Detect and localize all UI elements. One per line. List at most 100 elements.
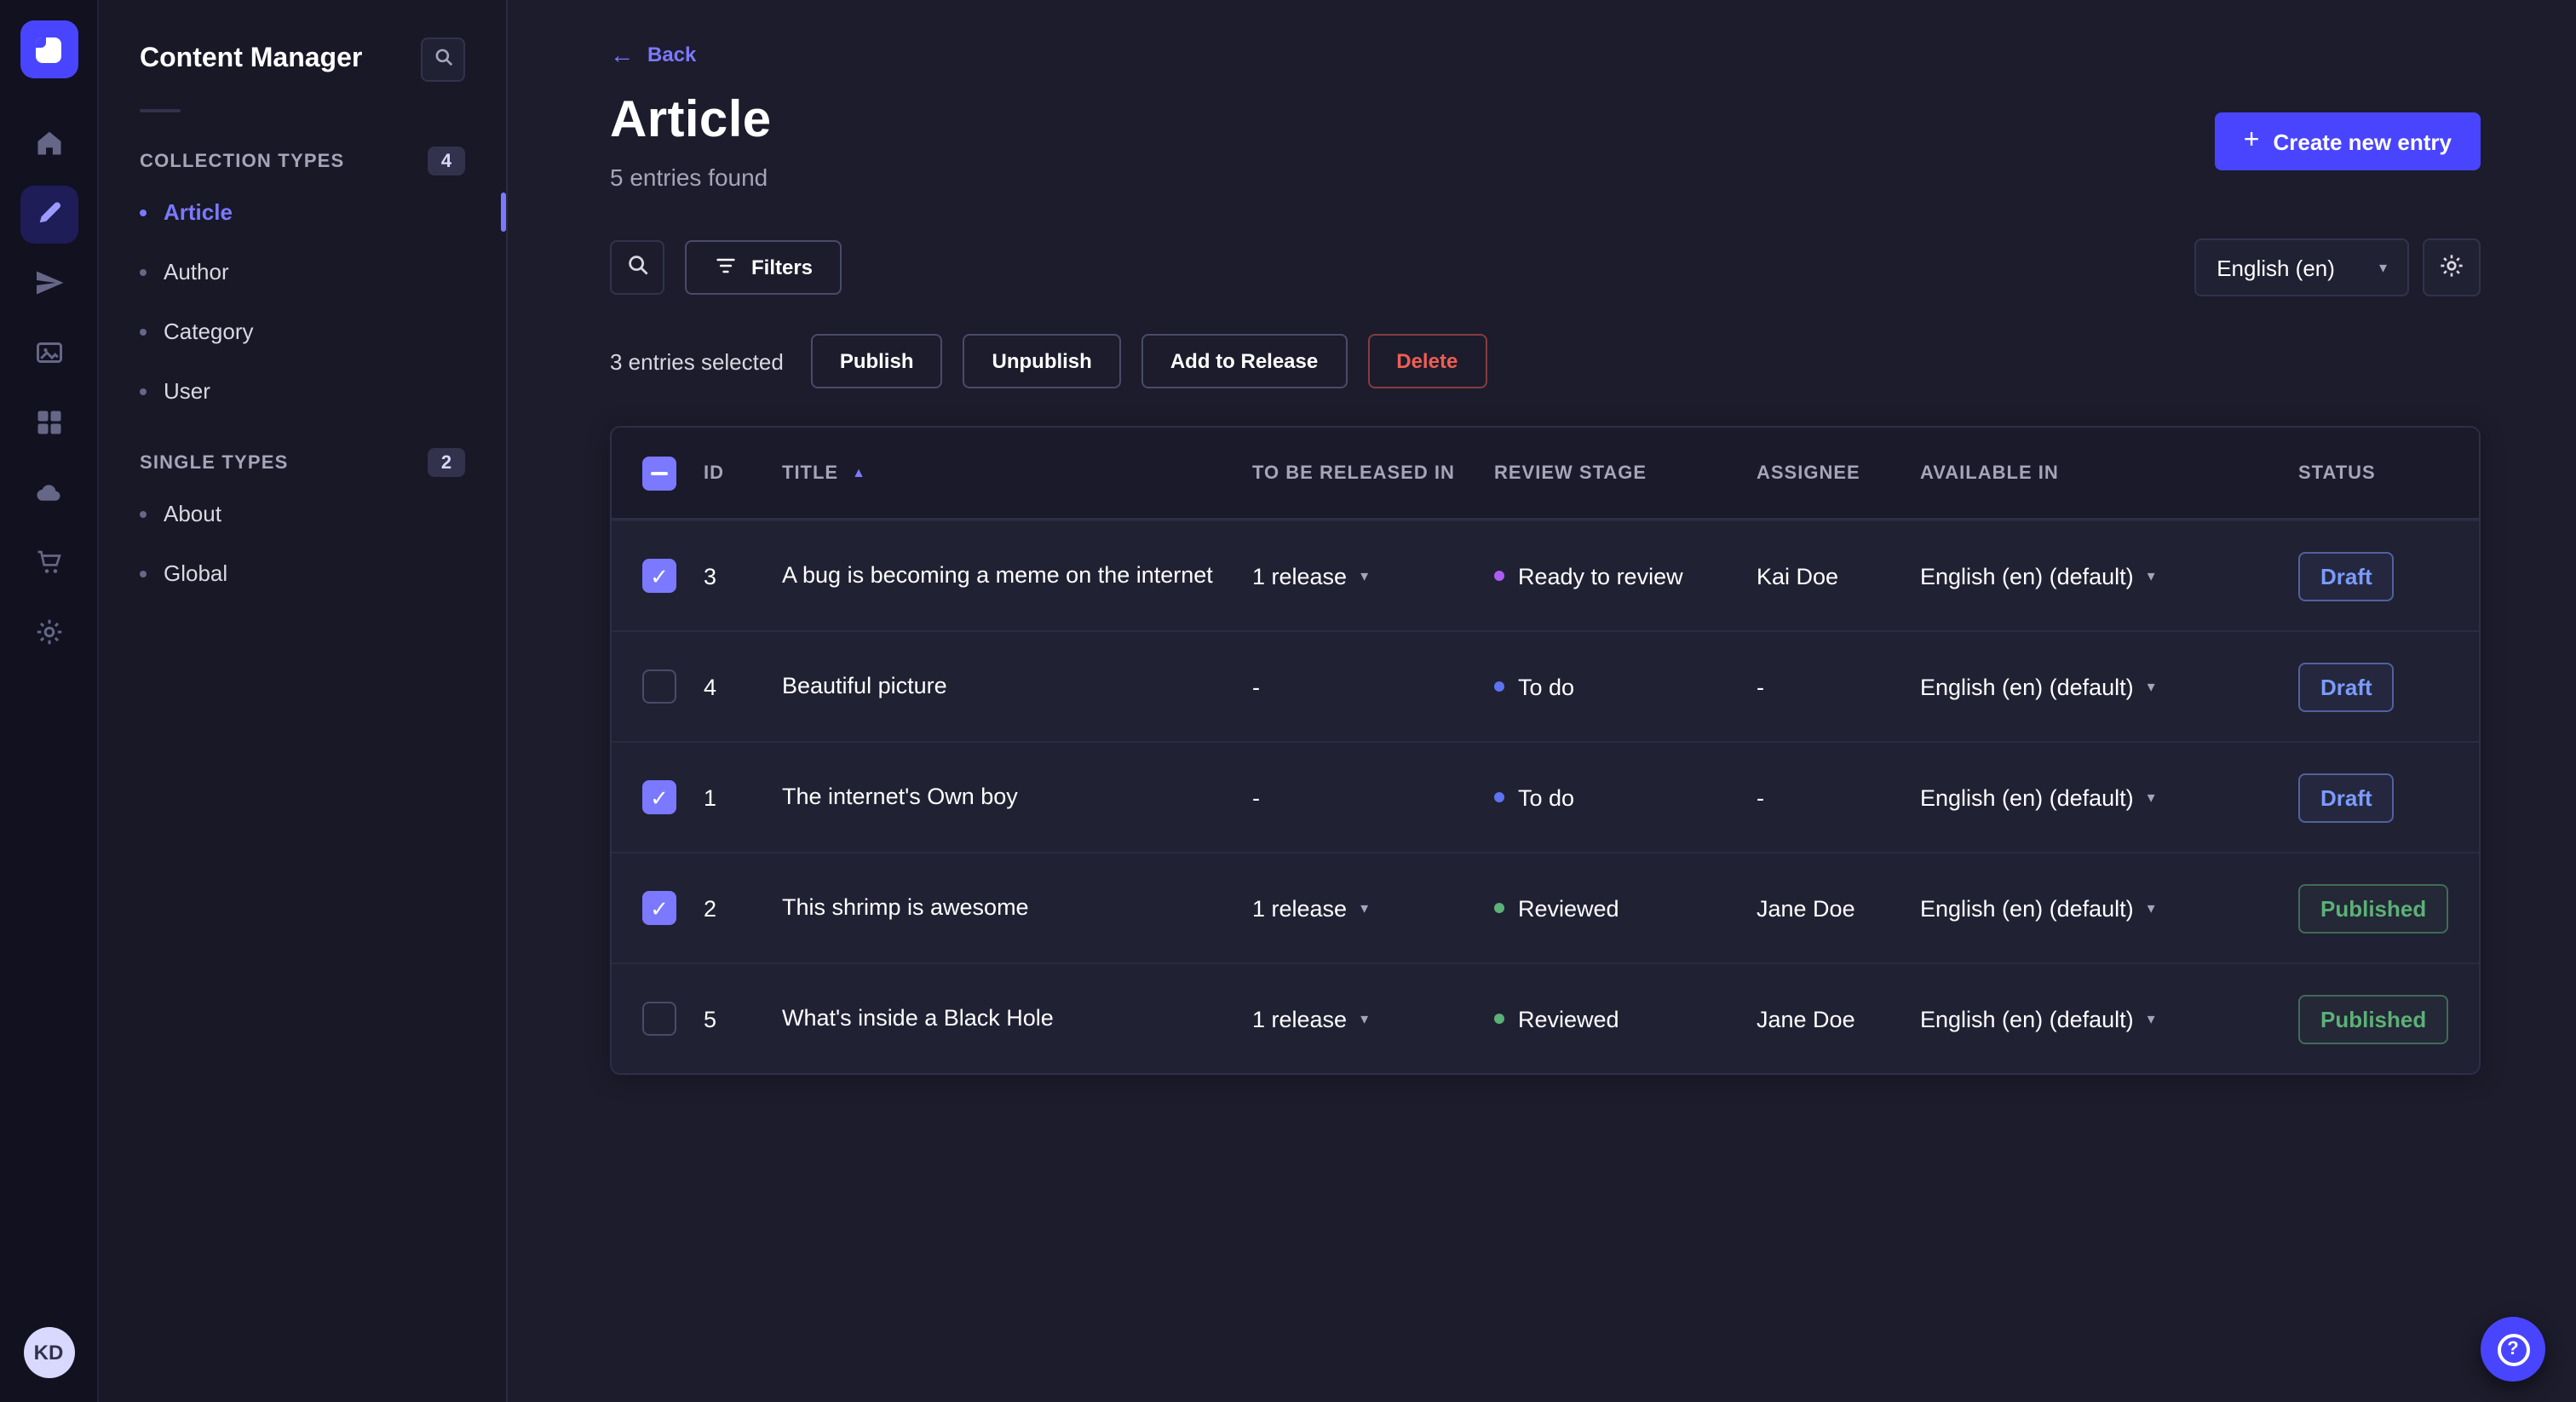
cell-to-be-released-in[interactable]: 1 release ▾ bbox=[1252, 1006, 1494, 1031]
column-header-available-in[interactable]: AVAILABLE IN bbox=[1920, 463, 2298, 483]
locale-select[interactable]: English (en) ▾ bbox=[2194, 238, 2409, 296]
chevron-down-icon: ▾ bbox=[1360, 1009, 1369, 1026]
table-row[interactable]: 3 A bug is becoming a meme on the intern… bbox=[612, 520, 2479, 630]
back-link[interactable]: ← Back bbox=[610, 43, 696, 66]
chevron-down-icon: ▾ bbox=[2147, 899, 2155, 916]
cell-title[interactable]: A bug is becoming a meme on the internet bbox=[782, 521, 1252, 630]
divider bbox=[140, 109, 181, 112]
nav-home-button[interactable] bbox=[20, 116, 78, 174]
nav-transfer-button[interactable] bbox=[20, 256, 78, 313]
stage-label: Reviewed bbox=[1518, 895, 1619, 921]
cell-to-be-released-in[interactable]: - ▾ bbox=[1252, 784, 1494, 810]
delete-button[interactable]: Delete bbox=[1367, 334, 1487, 388]
table-settings-button[interactable] bbox=[2423, 238, 2481, 296]
nav-marketplace-button[interactable] bbox=[20, 535, 78, 593]
chevron-down-icon: ▾ bbox=[2147, 788, 2155, 805]
paper-plane-icon bbox=[33, 267, 64, 302]
sidebar-item-label: Category bbox=[164, 319, 254, 344]
user-avatar[interactable]: KD bbox=[23, 1327, 74, 1378]
bullet-icon bbox=[140, 328, 147, 335]
nav-content-type-builder-button[interactable] bbox=[20, 395, 78, 453]
sidebar-item-author[interactable]: Author bbox=[99, 242, 506, 302]
main-content: ← Back Article 5 entries found + Create … bbox=[508, 0, 2576, 1402]
create-new-entry-button[interactable]: + Create new entry bbox=[2214, 112, 2481, 170]
sidebar-item-about[interactable]: About bbox=[99, 484, 506, 543]
sidebar-search-button[interactable] bbox=[421, 37, 465, 82]
collection-types-section: COLLECTION TYPES 4 Article Author Catego… bbox=[99, 147, 506, 421]
cell-available-in[interactable]: English (en) (default) ▾ bbox=[1920, 895, 2298, 921]
help-button[interactable]: ? bbox=[2481, 1317, 2545, 1382]
chevron-down-icon: ▾ bbox=[1360, 899, 1369, 916]
back-label: Back bbox=[647, 43, 697, 66]
sidebar-item-global[interactable]: Global bbox=[99, 543, 506, 603]
filters-button[interactable]: Filters bbox=[685, 240, 842, 295]
column-header-to-be-released-in[interactable]: TO BE RELEASED IN bbox=[1252, 463, 1494, 483]
nav-settings-button[interactable] bbox=[20, 605, 78, 663]
unpublish-button[interactable]: Unpublish bbox=[963, 334, 1121, 388]
add-to-release-button[interactable]: Add to Release bbox=[1141, 334, 1348, 388]
cell-available-in[interactable]: English (en) (default) ▾ bbox=[1920, 1006, 2298, 1031]
cell-title[interactable]: What's inside a Black Hole bbox=[782, 964, 1252, 1073]
cell-checkbox bbox=[612, 1002, 704, 1036]
cell-to-be-released-in[interactable]: 1 release ▾ bbox=[1252, 563, 1494, 589]
cell-review-stage: Reviewed bbox=[1494, 895, 1757, 921]
cell-title[interactable]: This shrimp is awesome bbox=[782, 853, 1252, 962]
table-row[interactable]: 4 Beautiful picture - ▾ To do - English … bbox=[612, 630, 2479, 741]
locale-label: English (en) (default) bbox=[1920, 674, 2134, 699]
nav-media-library-button[interactable] bbox=[20, 325, 78, 383]
filter-icon bbox=[714, 253, 738, 282]
cell-checkbox bbox=[612, 891, 704, 925]
row-checkbox[interactable] bbox=[642, 559, 676, 593]
nav-content-manager-button[interactable] bbox=[20, 186, 78, 244]
collection-types-list: Article Author Category User bbox=[99, 182, 506, 421]
column-title-label: TITLE bbox=[782, 463, 839, 483]
search-button[interactable] bbox=[610, 240, 664, 295]
cell-available-in[interactable]: English (en) (default) ▾ bbox=[1920, 674, 2298, 699]
nav-rail: KD bbox=[0, 0, 99, 1402]
table-row[interactable]: 5 What's inside a Black Hole 1 release ▾… bbox=[612, 962, 2479, 1073]
sidebar-item-user[interactable]: User bbox=[99, 361, 506, 421]
select-all-checkbox[interactable] bbox=[642, 456, 676, 490]
section-label-collection-types: COLLECTION TYPES bbox=[140, 151, 345, 171]
chevron-down-icon: ▾ bbox=[2378, 258, 2387, 275]
table-row[interactable]: 1 The internet's Own boy - ▾ To do - Eng… bbox=[612, 741, 2479, 852]
cell-id: 2 bbox=[704, 895, 717, 921]
section-label-single-types: SINGLE TYPES bbox=[140, 452, 289, 473]
search-icon bbox=[432, 46, 454, 73]
cell-review-stage: To do bbox=[1494, 674, 1757, 699]
cell-available-in[interactable]: English (en) (default) ▾ bbox=[1920, 784, 2298, 810]
table-row[interactable]: 2 This shrimp is awesome 1 release ▾ Rev… bbox=[612, 852, 2479, 962]
row-checkbox[interactable] bbox=[642, 891, 676, 925]
collection-types-count-badge: 4 bbox=[428, 147, 465, 175]
sidebar-item-label: User bbox=[164, 378, 210, 404]
pen-icon bbox=[33, 197, 64, 233]
publish-button[interactable]: Publish bbox=[810, 334, 943, 388]
sidebar-item-category[interactable]: Category bbox=[99, 302, 506, 361]
cloud-icon bbox=[33, 476, 64, 512]
cell-to-be-released-in[interactable]: - ▾ bbox=[1252, 674, 1494, 699]
cell-assignee: Jane Doe bbox=[1757, 1006, 1855, 1031]
cell-available-in[interactable]: English (en) (default) ▾ bbox=[1920, 563, 2298, 589]
column-header-title[interactable]: TITLE ▲ bbox=[782, 463, 1252, 483]
cell-title[interactable]: Beautiful picture bbox=[782, 632, 1252, 741]
column-header-id[interactable]: ID bbox=[704, 463, 782, 483]
release-label: - bbox=[1252, 674, 1260, 699]
list-toolbar: Filters English (en) ▾ bbox=[610, 238, 2481, 296]
sidebar-item-label: Author bbox=[164, 259, 229, 284]
column-header-assignee[interactable]: ASSIGNEE bbox=[1757, 463, 1920, 483]
status-label: Published bbox=[2320, 1006, 2427, 1031]
column-header-review-stage[interactable]: REVIEW STAGE bbox=[1494, 463, 1757, 483]
row-checkbox[interactable] bbox=[642, 669, 676, 704]
cell-to-be-released-in[interactable]: 1 release ▾ bbox=[1252, 895, 1494, 921]
gear-icon bbox=[33, 616, 64, 652]
row-checkbox[interactable] bbox=[642, 780, 676, 814]
nav-cloud-button[interactable] bbox=[20, 465, 78, 523]
locale-label: English (en) (default) bbox=[1920, 895, 2134, 921]
sidebar-item-article[interactable]: Article bbox=[99, 182, 506, 242]
question-icon: ? bbox=[2497, 1333, 2529, 1365]
images-icon bbox=[33, 336, 64, 372]
column-header-status[interactable]: STATUS bbox=[2298, 463, 2479, 483]
row-checkbox[interactable] bbox=[642, 1002, 676, 1036]
cell-title[interactable]: The internet's Own boy bbox=[782, 743, 1252, 852]
strapi-logo[interactable] bbox=[20, 20, 78, 78]
